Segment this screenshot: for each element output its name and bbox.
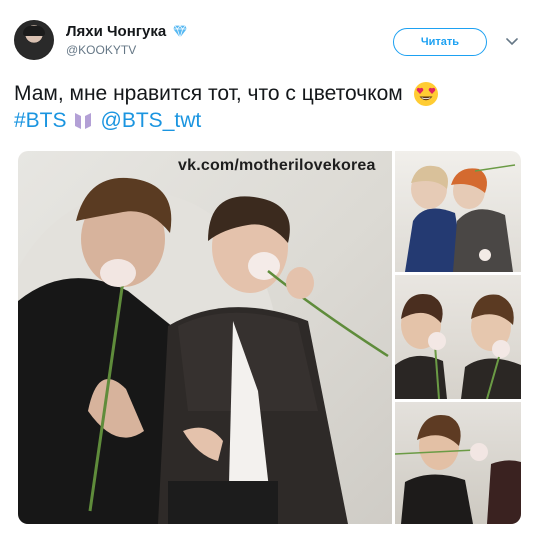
author-display-name[interactable]: Ляхи Чонгука <box>66 23 166 40</box>
side-photos <box>395 151 521 524</box>
verified-badge-icon <box>172 23 188 39</box>
tweet-author: Ляхи Чонгука @KOOKYTV <box>66 22 188 57</box>
media-watermark: vk.com/motherilovekorea <box>178 157 376 174</box>
bts-logo-emoji-icon <box>73 111 93 131</box>
tweet-text-content: Мам, мне нравится тот, что с цветочком <box>14 82 403 105</box>
author-handle[interactable]: @KOOKYTV <box>66 43 188 57</box>
follow-button[interactable]: Читать <box>393 28 487 56</box>
media-grid[interactable]: vk.com/motherilovekorea <box>18 151 521 524</box>
main-photo[interactable]: vk.com/motherilovekorea <box>18 151 392 524</box>
tweet-text-line1: Мам, мне нравится тот, что с цветочком <box>14 80 524 107</box>
chevron-down-icon[interactable] <box>504 35 520 49</box>
mention-link[interactable]: @BTS_twt <box>101 107 202 134</box>
hashtag-link[interactable]: #BTS <box>14 107 67 134</box>
heart-eyes-emoji-icon <box>413 81 439 107</box>
author-name-row: Ляхи Чонгука <box>66 22 188 40</box>
tweet-text-line2: #BTS @BTS_twt <box>14 107 524 134</box>
tweet-text: Мам, мне нравится тот, что с цветочком #… <box>14 80 524 134</box>
tweet-card: Ляхи Чонгука @KOOKYTV Читать Мам, мне нр… <box>0 0 540 538</box>
side-photo-1[interactable] <box>395 151 521 272</box>
avatar[interactable] <box>14 20 54 60</box>
side-photo-2[interactable] <box>395 275 521 399</box>
side-photo-3[interactable] <box>395 402 521 524</box>
main-photo-illustration <box>18 177 389 524</box>
